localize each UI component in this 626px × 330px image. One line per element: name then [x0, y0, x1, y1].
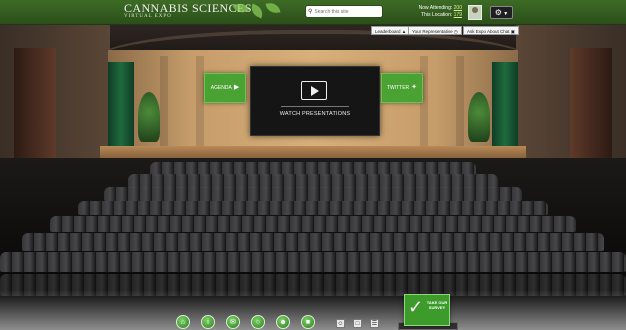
video-camera-icon: ▶: [233, 84, 240, 91]
location-value[interactable]: 179: [454, 12, 462, 18]
left-plant: [138, 92, 160, 142]
avatar[interactable]: [468, 5, 482, 20]
ask-expo-label: Ask Expo About Chat: [467, 29, 510, 34]
right-plant: [468, 92, 490, 142]
people-icon[interactable]: ☻: [276, 315, 290, 329]
chat-icon[interactable]: ✉: [226, 315, 240, 329]
user-icon[interactable]: ☺: [336, 319, 345, 328]
trophy-icon: ▲: [401, 29, 407, 34]
seat-row: [104, 187, 522, 201]
chat-bubble-icon: ▣: [510, 29, 516, 34]
checkmark-icon: ✓: [408, 297, 424, 317]
representative-label: Your Representative: [412, 29, 453, 34]
settings-button[interactable]: ⚙ ▼: [490, 6, 513, 19]
brand-title: CANNABIS SCIENCES: [124, 1, 252, 15]
leaderboard-label: Leaderboard: [375, 29, 401, 34]
agenda-button[interactable]: AGENDA ▶: [204, 73, 246, 103]
twitter-label: TWITTER: [386, 85, 410, 91]
watch-presentations-label: WATCH PRESENTATIONS: [279, 111, 351, 117]
seat-row: [50, 216, 576, 232]
globe-icon[interactable]: ○: [251, 315, 265, 329]
bookmark-icon[interactable]: □: [353, 319, 362, 328]
location-label: This Location:: [421, 12, 453, 18]
top-bar: CANNABIS SCIENCES VIRTUAL EXPO ⚲ Now Att…: [0, 0, 626, 25]
agenda-label: AGENDA: [210, 85, 232, 91]
right-outer-curtain: [570, 48, 612, 168]
seat-row: [22, 233, 604, 251]
wall-panel: [456, 56, 464, 148]
seat-row: [128, 174, 498, 188]
home-icon[interactable]: ⌂: [176, 315, 190, 329]
document-icon[interactable]: ☰: [370, 319, 379, 328]
take-survey-button[interactable]: ✓ TAKE OUR SURVEY: [404, 294, 450, 326]
representative-button[interactable]: Your Representative ◷: [408, 26, 462, 35]
screen-divider: [281, 106, 349, 107]
search-input[interactable]: [312, 8, 377, 15]
presentation-screen[interactable]: WATCH PRESENTATIONS: [250, 66, 380, 136]
chevron-down-icon: ▼: [501, 11, 509, 17]
left-outer-curtain: [14, 48, 56, 168]
wall-panel: [196, 56, 204, 148]
cart-icon[interactable]: ■: [301, 315, 315, 329]
wall-panel: [160, 56, 168, 148]
attendance-stats: Now Attending: 200 This Location: 179: [398, 5, 462, 19]
seat-row: [78, 201, 548, 215]
right-stage-curtain: [492, 62, 518, 150]
play-icon[interactable]: [301, 81, 327, 100]
twitter-button[interactable]: TWITTER ✦: [381, 73, 423, 103]
now-attending-label: Now Attending:: [418, 5, 453, 11]
seat-row: [0, 252, 626, 272]
search-box[interactable]: ⚲: [306, 6, 382, 17]
clock-icon: ◷: [453, 29, 458, 34]
ask-expo-button[interactable]: Ask Expo About Chat ▣: [463, 26, 520, 35]
virtual-auditorium: WATCH PRESENTATIONS AGENDA ▶ TWITTER ✦ CAN…: [0, 0, 626, 330]
leaderboard-button[interactable]: Leaderboard ▲: [371, 26, 411, 35]
now-attending-value[interactable]: 200: [454, 5, 462, 11]
twitter-bird-icon: ✦: [411, 84, 418, 91]
leaf-icon: [265, 2, 281, 14]
gear-icon: ⚙: [494, 8, 502, 17]
info-icon[interactable]: i: [201, 315, 215, 329]
take-survey-label: TAKE OUR SURVEY: [426, 300, 448, 310]
left-stage-curtain: [108, 62, 134, 150]
